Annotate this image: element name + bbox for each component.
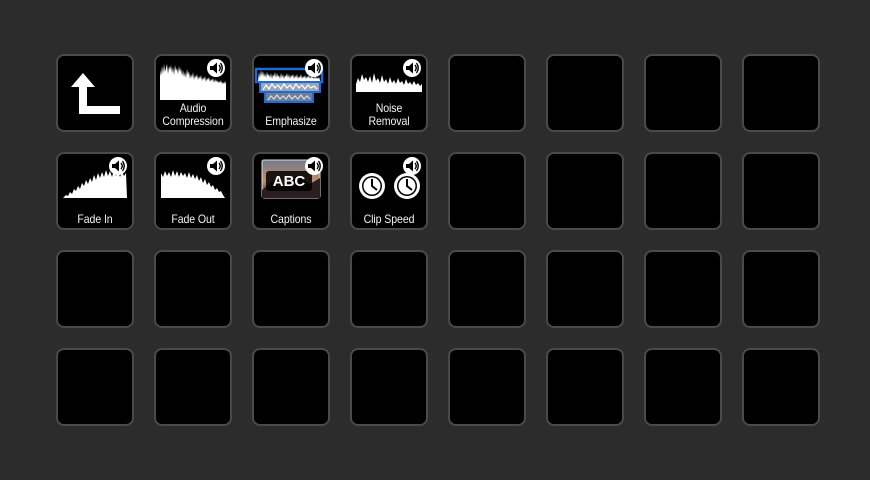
empty-key[interactable] [448,250,526,328]
empty-key[interactable] [56,250,134,328]
key-label: Emphasize [265,114,317,128]
empty-key[interactable] [252,250,330,328]
speaker-icon [207,59,225,77]
key-label: Fade In [77,212,113,226]
empty-key[interactable] [448,152,526,230]
fade-in-key[interactable]: Fade In [56,152,134,230]
empty-key[interactable] [154,348,232,426]
emphasize-key[interactable]: Emphasize [252,54,330,132]
empty-key[interactable] [448,54,526,132]
key-label: Clip Speed [363,212,415,226]
empty-key[interactable] [742,348,820,426]
empty-key[interactable] [448,348,526,426]
speaker-icon [207,157,225,175]
speaker-icon [403,59,421,77]
speaker-icon [403,157,421,175]
empty-key[interactable] [742,54,820,132]
speaker-icon [305,59,323,77]
empty-key[interactable] [742,250,820,328]
empty-key[interactable] [56,348,134,426]
clip-speed-key[interactable]: Clip Speed [350,152,428,230]
speaker-icon [305,157,323,175]
empty-key[interactable] [546,250,624,328]
key-label: Fade Out [171,212,215,226]
key-label: Noise Removal [368,101,410,128]
empty-key[interactable] [644,54,722,132]
speaker-icon [109,157,127,175]
key-label: Captions [270,212,312,226]
empty-key[interactable] [644,348,722,426]
back-arrow-icon [71,73,120,114]
key-label: Audio Compression [162,101,224,128]
empty-key[interactable] [546,54,624,132]
empty-key[interactable] [644,250,722,328]
audio-compression-key[interactable]: Audio Compression [154,54,232,132]
empty-key[interactable] [252,348,330,426]
empty-key[interactable] [644,152,722,230]
fade-out-key[interactable]: Fade Out [154,152,232,230]
empty-key[interactable] [742,152,820,230]
empty-key[interactable] [350,348,428,426]
empty-key[interactable] [546,348,624,426]
empty-key[interactable] [546,152,624,230]
empty-key[interactable] [350,250,428,328]
noise-removal-key[interactable]: Noise Removal [350,54,428,132]
captions-key[interactable]: ABC Captions [252,152,330,230]
stream-deck-grid: Audio Compression Emphasize Noise Remova… [56,54,820,426]
captions-abc-text: ABC [273,173,306,190]
back-key[interactable] [56,54,134,132]
empty-key[interactable] [154,250,232,328]
